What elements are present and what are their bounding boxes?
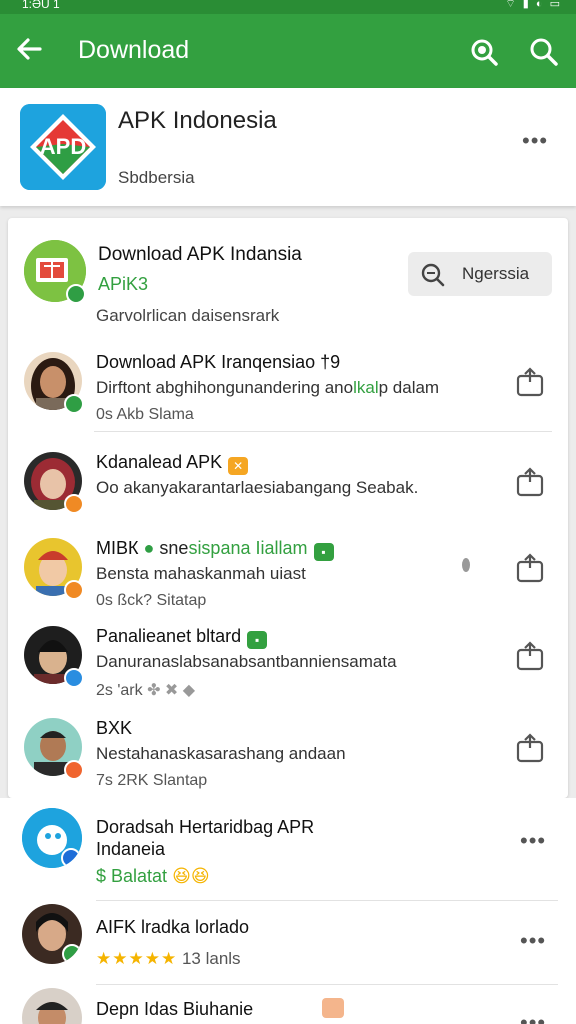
share-icon[interactable] [514,732,546,764]
app-bar: Download [0,14,576,88]
share-icon[interactable] [514,466,546,498]
list-item[interactable]: Depn Idas Biuhanie ••• [0,984,576,1024]
post-meta: 0s ßck? Sitatap [96,592,207,609]
group-card: Download APK Indansia APiK3 Garvolrlican… [8,218,568,798]
list-title: Doradsah Hertaridbag APR Indaneia [96,817,315,859]
search-badge-icon[interactable] [468,36,500,68]
status-icons: ⌔ ▮ ◐ ▭ [505,0,562,10]
post-title: MIВК ● snesispana Iiallam ▪ [96,538,334,561]
group-description: Garvolrlican daisensrark [96,306,280,325]
post-meta: 7s 2RK Slantap [96,772,208,789]
magnifier-icon [421,263,445,287]
verified-badge-icon [64,394,84,414]
status-bar: 1:ƏU 1 ⌔ ▮ ◐ ▭ [0,0,576,14]
group-title: Download APK Indansia [98,244,302,265]
more-options-icon[interactable]: ••• [522,128,548,154]
badge-icon [64,580,84,600]
post-description: Nestahanaskasarashang andaan [96,744,346,763]
post-item[interactable]: Kdanalead APK ✕ Oo akanyakarantarlaesiaba… [8,444,568,532]
list-title: Depn Idas Biuhanie [96,999,254,1019]
status-time: 1:ƏU 1 [22,0,60,11]
svg-text:APD: APD [40,134,86,159]
post-meta: 0s Akb Slama [96,406,194,423]
badge-icon [64,760,84,780]
post-description: Oo akanyakarantarlaesiabangang Seabak. [96,478,419,497]
post-meta: 2s 'ark ✤ ✖ ◆ [96,682,196,699]
post-title: Kdanalead APK ✕ [96,452,249,475]
post-description: Bensta mahaskanmah uiast [96,564,306,583]
app-name: APK Indonesia [118,107,277,134]
group-search-button[interactable]: Ngerssia [408,252,552,296]
app-header: APD APK Indonesia Sbdbersia ••• [0,88,576,206]
more-options-icon[interactable]: ••• [520,1010,546,1024]
list-title: AIFK lradka lorlado [96,917,250,937]
post-description: Dirftont abghihongunandering anolkalp da… [96,378,440,397]
share-icon[interactable] [514,366,546,398]
tag-icon [322,998,344,1018]
star-rating-icon: ★★★★★ [96,949,178,968]
group-logo [24,240,86,304]
avatar [22,904,82,964]
avatar [22,808,82,868]
page-title: Download [78,36,190,64]
post-item[interactable]: Panalieanet bltard ▪ Danuranaslabsanabsan… [8,618,568,706]
post-title: BXK [96,718,133,738]
avatar [22,988,82,1024]
pin-icon [462,558,470,572]
tag-icon: ▪ [313,543,334,561]
back-arrow-icon[interactable] [14,34,44,64]
app-subtitle: Sbdbersia [118,168,195,187]
rating: ★★★★★ 13 lanls [96,949,241,968]
app-logo: APD [20,104,106,190]
post-description: Danuranaslabsanabsantbanniensamata [96,652,397,671]
lower-list: Doradsah Hertaridbag APR Indaneia $ Balat… [0,798,576,1024]
more-options-icon[interactable]: ••• [520,828,546,854]
group-button-label: Ngerssia [462,264,530,283]
tag-icon: ✕ [228,457,249,475]
post-title: Download APK Iranqensiao †9 [96,352,341,372]
list-item[interactable]: AIFK lradka lorlado ★★★★★ 13 lanls ••• [0,902,576,985]
post-title: Panalieanet bltard ▪ [96,626,268,649]
list-item[interactable]: Doradsah Hertaridbag APR Indaneia $ Balat… [0,798,576,902]
tag-icon: ▪ [247,631,268,649]
post-item[interactable]: BXK Nestahanaskasarashang andaan 7s 2RK … [8,710,568,798]
badge-icon [64,494,84,514]
search-icon[interactable] [528,36,560,68]
share-icon[interactable] [514,640,546,672]
more-options-icon[interactable]: ••• [520,928,546,954]
list-subtitle: $ Balatat 😆😆 [96,866,210,886]
share-icon[interactable] [514,552,546,584]
group-subtitle: APiK3 [98,274,149,294]
badge-icon [64,668,84,688]
post-item[interactable]: MIВК ● snesispana Iiallam ▪ Bensta mahask… [8,530,568,618]
post-item[interactable]: Download APK Iranqensiao †9 Dirftont abg… [8,344,568,432]
